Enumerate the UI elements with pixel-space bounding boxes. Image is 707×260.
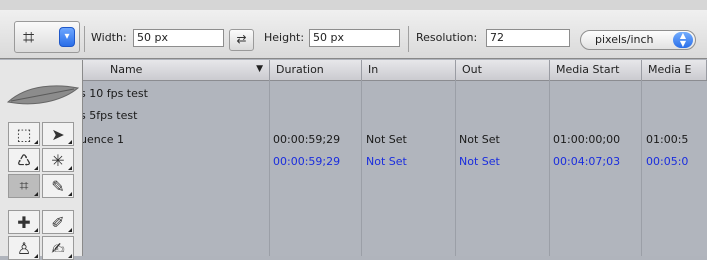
swap-dimensions-button[interactable]: ⇄ [229, 29, 254, 51]
column-header-duration[interactable]: Duration [270, 60, 362, 80]
feather-icon [6, 85, 80, 105]
media-start-value: 00:04:07;03 [553, 155, 621, 168]
healing-brush-tool-button[interactable]: ✚ [8, 210, 40, 234]
tool-flyout-indicator [34, 254, 38, 258]
height-label: Height: [264, 31, 305, 44]
crop-icon: ⌗ [23, 25, 35, 49]
in-value: Not Set [366, 133, 407, 146]
move-icon: ➤ [51, 124, 65, 144]
tool-preset-picker[interactable]: ⌗ ▾ [14, 21, 80, 53]
clip-name: uence 1 [80, 133, 125, 146]
tool-flyout-indicator [68, 254, 72, 258]
history-brush-icon: ✍ [51, 238, 65, 258]
tool-flyout-indicator [34, 192, 38, 196]
history-brush-tool-button[interactable]: ✍ [42, 236, 74, 260]
clip-name: s 5fps test [80, 109, 138, 122]
width-field[interactable]: 50 px [133, 29, 224, 47]
tools-palette: ⬚ ➤ ♺ ✳ ⌗ ✎ ✚ ✐ ♙ ✍ [0, 60, 83, 260]
sort-descending-icon: ▼ [256, 64, 263, 74]
table-row[interactable]: s 5fps test [80, 106, 707, 128]
column-header-out[interactable]: Out [456, 60, 550, 80]
resolution-field[interactable]: 72 [486, 29, 570, 47]
brush-icon: ✐ [51, 212, 65, 232]
crop-tool-button[interactable]: ⌗ [8, 174, 40, 198]
tool-flyout-indicator [68, 140, 72, 144]
tool-flyout-indicator [34, 140, 38, 144]
move-tool-button[interactable]: ➤ [42, 122, 74, 146]
column-header-name[interactable]: Name ▼ [80, 60, 270, 80]
table-row[interactable]: uence 1 00:00:59;29 Not Set Not Set 01:0… [80, 130, 707, 152]
slice-icon: ✎ [51, 176, 65, 196]
out-value: Not Set [459, 133, 500, 146]
in-value: Not Set [366, 155, 407, 168]
stamp-icon: ♙ [16, 238, 32, 258]
separator [408, 26, 409, 52]
media-start-value: 01:00:00;00 [553, 133, 621, 146]
out-value: Not Set [459, 155, 500, 168]
table-header: Name ▼ Duration In Out Media Start Media… [80, 60, 707, 81]
clip-name: s 10 fps test [80, 87, 148, 100]
height-field[interactable]: 50 px [309, 29, 400, 47]
crop-icon: ⌗ [19, 176, 29, 195]
tool-flyout-indicator [34, 228, 38, 232]
browser-table: Name ▼ Duration In Out Media Start Media… [80, 60, 707, 256]
bandage-icon: ✚ [17, 212, 31, 232]
marquee-icon: ⬚ [16, 124, 32, 144]
column-header-in[interactable]: In [362, 60, 456, 80]
units-value: pixels/inch [595, 33, 654, 46]
slice-tool-button[interactable]: ✎ [42, 174, 74, 198]
clone-stamp-tool-button[interactable]: ♙ [8, 236, 40, 260]
tool-flyout-indicator [68, 166, 72, 170]
column-header-media-end[interactable]: Media E [642, 60, 707, 80]
media-end-value: 01:00:5 [646, 133, 689, 146]
chevron-down-icon: ▾ [59, 27, 75, 47]
lasso-tool-button[interactable]: ♺ [8, 148, 40, 172]
separator [84, 26, 85, 52]
lasso-icon: ♺ [16, 150, 32, 170]
media-end-value: 00:05:0 [646, 155, 689, 168]
duration-value: 00:00:59;29 [273, 133, 341, 146]
select-arrows-icon: ▲ ▼ [673, 32, 693, 48]
resolution-label: Resolution: [416, 31, 478, 44]
magic-wand-icon: ✳ [51, 150, 65, 170]
marquee-tool-button[interactable]: ⬚ [8, 122, 40, 146]
duration-value: 00:00:59;29 [273, 155, 341, 168]
table-row[interactable]: 00:00:59;29 Not Set Not Set 00:04:07;03 … [80, 152, 707, 174]
tool-flyout-indicator [34, 166, 38, 170]
magic-wand-tool-button[interactable]: ✳ [42, 148, 74, 172]
resolution-units-select[interactable]: pixels/inch ▲ ▼ [580, 30, 696, 50]
tool-flyout-indicator [68, 192, 72, 196]
width-label: Width: [91, 31, 127, 44]
column-header-media-start[interactable]: Media Start [550, 60, 642, 80]
tool-flyout-indicator [68, 228, 72, 232]
column-header-label: Name [110, 63, 143, 76]
options-bar: ⌗ ▾ Width: 50 px ⇄ Height: 50 px Resolut… [0, 10, 707, 59]
brush-tool-button[interactable]: ✐ [42, 210, 74, 234]
table-row[interactable]: s 10 fps test [80, 84, 707, 106]
